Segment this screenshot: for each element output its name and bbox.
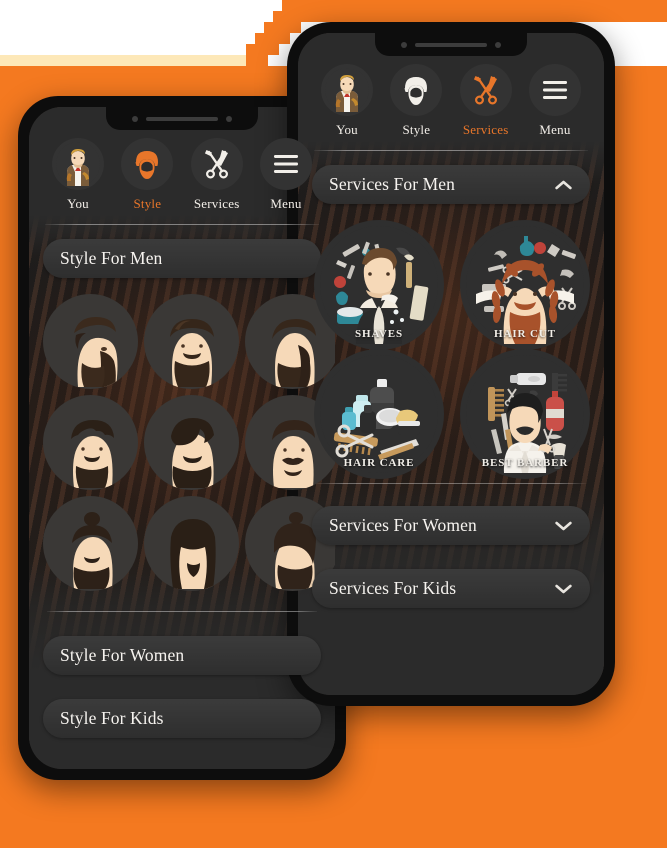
front-phone-device: You Style Services Menu Services For Men… <box>287 22 615 706</box>
front-camera-icon <box>132 115 138 122</box>
background-orange-step-5 <box>282 0 667 22</box>
front-services-divider <box>316 483 586 484</box>
front-accordion-title-men: Services For Men <box>329 174 456 194</box>
service-card-best-barber[interactable]: BEST BARBER <box>458 349 592 479</box>
back-nav-item-style[interactable]: Style <box>115 138 179 212</box>
earpiece-speaker-icon <box>146 116 218 121</box>
chevron-down-icon[interactable] <box>555 521 572 531</box>
background-cream-strip <box>0 55 246 66</box>
back-style-divider <box>47 611 317 612</box>
back-nav-item-services[interactable]: Services <box>185 138 249 212</box>
front-nav-item-services[interactable]: Services <box>454 64 518 138</box>
back-accordion-title-kids: Style For Kids <box>60 708 164 728</box>
service-label-haircare: HAIR CARE <box>343 457 415 469</box>
front-nav-label-services: Services <box>462 122 509 137</box>
front-nav-item-style[interactable]: Style <box>384 64 448 138</box>
screenshot-stage: You Style Services Menu Style For Men St… <box>0 0 667 854</box>
front-nav-label-you: You <box>336 122 358 137</box>
back-phone-app: You Style Services Menu Style For Men St… <box>29 107 335 769</box>
service-label-best-barber: BEST BARBER <box>481 457 569 469</box>
service-label-haircut: HAIR CUT <box>494 328 556 340</box>
front-accordion-services-for-men[interactable]: Services For Men <box>312 165 590 204</box>
scissors-comb-white-icon <box>190 138 243 190</box>
earpiece-speaker-icon <box>415 42 487 47</box>
front-phone-screen: You Style Services Menu Services For Men… <box>298 33 604 695</box>
style-avatar-long-hair-goatee[interactable] <box>144 496 239 591</box>
back-accordion-title-men: Style For Men <box>60 248 163 268</box>
front-accordion-services-for-women[interactable]: Services For Women <box>312 506 590 545</box>
front-nav-item-you[interactable]: You <box>315 64 379 138</box>
bearded-face-icon <box>390 64 443 116</box>
back-phone-device: You Style Services Menu Style For Men St… <box>18 96 346 780</box>
front-nav-label-menu: Menu <box>539 122 571 137</box>
front-accordion-title-women: Services For Women <box>329 515 477 535</box>
background-white-notch <box>440 848 667 854</box>
scissors-comb-icon <box>459 64 512 116</box>
front-phone-notch <box>375 33 527 56</box>
back-accordion-style-for-women[interactable]: Style For Women <box>43 636 321 675</box>
front-nav-divider <box>314 150 588 151</box>
service-card-shaves[interactable]: SHAVES <box>312 220 446 350</box>
style-avatar-quiff-goatee[interactable] <box>144 294 239 389</box>
back-accordion-title-women: Style For Women <box>60 645 185 665</box>
back-nav-label-style: Style <box>133 196 162 211</box>
back-nav-label-you: You <box>67 196 89 211</box>
front-accordion-services-for-kids[interactable]: Services For Kids <box>312 569 590 608</box>
back-nav-label-menu: Menu <box>270 196 302 211</box>
service-label-shaves: SHAVES <box>355 328 403 340</box>
bearded-face-orange-icon <box>121 138 174 190</box>
proximity-sensor-icon <box>226 115 232 122</box>
style-avatar-man-bun-beard[interactable] <box>43 496 138 591</box>
back-accordion-style-for-men[interactable]: Style For Men <box>43 239 321 278</box>
front-nav-item-menu[interactable]: Menu <box>523 64 587 138</box>
barber-avatar-icon <box>321 64 373 116</box>
back-style-grid <box>43 294 335 591</box>
service-card-haircut[interactable]: HAIR CUT <box>458 220 592 350</box>
service-card-haircare[interactable]: HAIR CARE <box>312 349 446 479</box>
style-avatar-undercut-pompadour-beard[interactable] <box>43 294 138 389</box>
hamburger-menu-icon <box>528 64 581 116</box>
front-services-grid: SHAVES HAIR CUT HAIR CARE BEST BARBER <box>312 220 592 479</box>
barber-avatar-icon <box>52 138 104 190</box>
style-avatar-wavy-top-short-beard[interactable] <box>43 395 138 490</box>
back-nav-item-you[interactable]: You <box>46 138 110 212</box>
back-phone-notch <box>106 107 258 130</box>
front-nav-label-style: Style <box>402 122 431 137</box>
front-camera-icon <box>401 41 407 48</box>
chevron-down-icon[interactable] <box>555 584 572 594</box>
front-accordion-title-kids: Services For Kids <box>329 578 457 598</box>
proximity-sensor-icon <box>495 41 501 48</box>
back-nav-divider <box>45 224 319 225</box>
style-avatar-long-fringe-full-beard[interactable] <box>144 395 239 490</box>
chevron-up-icon[interactable] <box>555 180 572 190</box>
back-accordion-style-for-kids[interactable]: Style For Kids <box>43 699 321 738</box>
back-nav-label-services: Services <box>193 196 240 211</box>
back-phone-screen: You Style Services Menu Style For Men St… <box>29 107 335 769</box>
front-phone-app: You Style Services Menu Services For Men… <box>298 33 604 695</box>
